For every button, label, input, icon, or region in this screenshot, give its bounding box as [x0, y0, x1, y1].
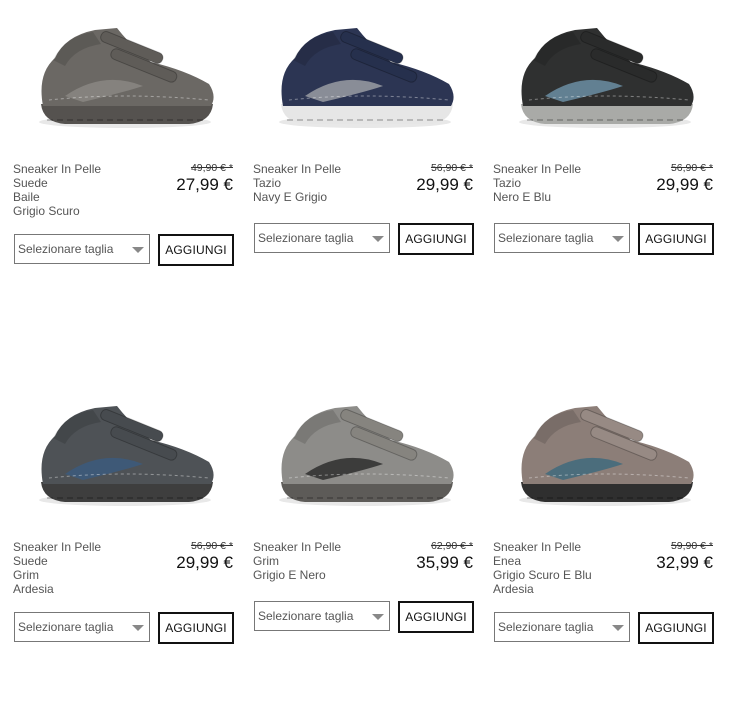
- product-name-line[interactable]: Suede: [13, 176, 143, 190]
- product-name-line[interactable]: Grim: [253, 554, 383, 568]
- product-name[interactable]: Sneaker In Pelle Suede Baile Grigio Scur…: [13, 162, 143, 218]
- product-actions: Selezionare taglia AGGIUNGI: [253, 601, 475, 633]
- product-image[interactable]: [13, 378, 235, 538]
- size-select[interactable]: Selezionare taglia: [494, 612, 630, 642]
- product-card: Sneaker In Pelle Grim Grigio E Nero 62,9…: [253, 378, 475, 678]
- price-block: 56,90 € * 29,99 €: [416, 162, 473, 195]
- product-actions: Selezionare taglia AGGIUNGI: [13, 234, 235, 266]
- product-name-line[interactable]: Sneaker In Pelle: [253, 540, 383, 554]
- price-block: 49,90 € * 27,99 €: [176, 162, 233, 195]
- product-card: Sneaker In Pelle Enea Grigio Scuro E Blu…: [493, 378, 715, 678]
- add-to-cart-button[interactable]: AGGIUNGI: [158, 234, 234, 266]
- product-image[interactable]: [493, 0, 715, 160]
- product-image[interactable]: [253, 378, 475, 538]
- product-name-line[interactable]: Nero E Blu: [493, 190, 623, 204]
- size-select-placeholder: Selezionare taglia: [18, 242, 114, 256]
- size-select-placeholder: Selezionare taglia: [18, 620, 114, 634]
- price-block: 56,90 € * 29,99 €: [176, 540, 233, 573]
- add-to-cart-button[interactable]: AGGIUNGI: [158, 612, 234, 644]
- size-select-placeholder: Selezionare taglia: [498, 231, 594, 245]
- product-name-line[interactable]: Grigio Scuro: [13, 204, 143, 218]
- chevron-down-icon: [132, 247, 144, 253]
- product-name[interactable]: Sneaker In Pelle Suede Grim Ardesia: [13, 540, 143, 596]
- price-block: 56,90 € * 29,99 €: [656, 162, 713, 195]
- old-price: 56,90 € *: [670, 162, 713, 174]
- product-name-line[interactable]: Tazio: [493, 176, 623, 190]
- product-name-line[interactable]: Ardesia: [13, 582, 143, 596]
- old-price: 49,90 € *: [190, 162, 233, 174]
- old-price: 62,90 € *: [430, 540, 473, 552]
- product-card: Sneaker In Pelle Suede Grim Ardesia 56,9…: [13, 378, 235, 678]
- size-select-placeholder: Selezionare taglia: [498, 620, 594, 634]
- current-price: 27,99 €: [176, 175, 233, 194]
- price-block: 59,90 € * 32,99 €: [656, 540, 713, 573]
- product-image[interactable]: [493, 378, 715, 538]
- add-to-cart-button[interactable]: AGGIUNGI: [638, 223, 714, 255]
- product-actions: Selezionare taglia AGGIUNGI: [493, 612, 715, 644]
- product-actions: Selezionare taglia AGGIUNGI: [253, 223, 475, 255]
- size-select[interactable]: Selezionare taglia: [14, 234, 150, 264]
- product-image[interactable]: [13, 0, 235, 160]
- current-price: 29,99 €: [656, 175, 713, 194]
- chevron-down-icon: [372, 236, 384, 242]
- product-card: Sneaker In Pelle Suede Baile Grigio Scur…: [13, 0, 235, 300]
- add-to-cart-button[interactable]: AGGIUNGI: [398, 223, 474, 255]
- product-name-line[interactable]: Grigio E Nero: [253, 568, 383, 582]
- chevron-down-icon: [612, 236, 624, 242]
- current-price: 29,99 €: [176, 553, 233, 572]
- size-select[interactable]: Selezionare taglia: [254, 223, 390, 253]
- product-actions: Selezionare taglia AGGIUNGI: [493, 223, 715, 255]
- product-name-line[interactable]: Sneaker In Pelle: [253, 162, 383, 176]
- old-price: 56,90 € *: [190, 540, 233, 552]
- product-grid: Sneaker In Pelle Suede Baile Grigio Scur…: [0, 0, 737, 707]
- size-select-placeholder: Selezionare taglia: [258, 231, 354, 245]
- chevron-down-icon: [372, 614, 384, 620]
- current-price: 32,99 €: [656, 553, 713, 572]
- product-name[interactable]: Sneaker In Pelle Enea Grigio Scuro E Blu…: [493, 540, 623, 596]
- product-name[interactable]: Sneaker In Pelle Grim Grigio E Nero: [253, 540, 383, 582]
- product-name-line[interactable]: Grigio Scuro E Blu: [493, 568, 623, 582]
- product-card: Sneaker In Pelle Tazio Navy E Grigio 56,…: [253, 0, 475, 300]
- product-name-line[interactable]: Ardesia: [493, 582, 623, 596]
- product-name-line[interactable]: Sneaker In Pelle: [13, 162, 143, 176]
- product-card: Sneaker In Pelle Tazio Nero E Blu 56,90 …: [493, 0, 715, 300]
- old-price: 56,90 € *: [430, 162, 473, 174]
- product-name-line[interactable]: Tazio: [253, 176, 383, 190]
- product-name[interactable]: Sneaker In Pelle Tazio Nero E Blu: [493, 162, 623, 204]
- product-name[interactable]: Sneaker In Pelle Tazio Navy E Grigio: [253, 162, 383, 204]
- size-select[interactable]: Selezionare taglia: [494, 223, 630, 253]
- current-price: 29,99 €: [416, 175, 473, 194]
- price-block: 62,90 € * 35,99 €: [416, 540, 473, 573]
- add-to-cart-button[interactable]: AGGIUNGI: [398, 601, 474, 633]
- add-to-cart-button[interactable]: AGGIUNGI: [638, 612, 714, 644]
- product-name-line[interactable]: Baile: [13, 190, 143, 204]
- size-select[interactable]: Selezionare taglia: [14, 612, 150, 642]
- product-name-line[interactable]: Sneaker In Pelle: [493, 540, 623, 554]
- chevron-down-icon: [612, 625, 624, 631]
- product-name-line[interactable]: Enea: [493, 554, 623, 568]
- product-name-line[interactable]: Sneaker In Pelle: [13, 540, 143, 554]
- product-name-line[interactable]: Suede: [13, 554, 143, 568]
- product-name-line[interactable]: Sneaker In Pelle: [493, 162, 623, 176]
- product-name-line[interactable]: Navy E Grigio: [253, 190, 383, 204]
- product-name-line[interactable]: Grim: [13, 568, 143, 582]
- size-select-placeholder: Selezionare taglia: [258, 609, 354, 623]
- chevron-down-icon: [132, 625, 144, 631]
- size-select[interactable]: Selezionare taglia: [254, 601, 390, 631]
- old-price: 59,90 € *: [670, 540, 713, 552]
- current-price: 35,99 €: [416, 553, 473, 572]
- product-actions: Selezionare taglia AGGIUNGI: [13, 612, 235, 644]
- product-image[interactable]: [253, 0, 475, 160]
